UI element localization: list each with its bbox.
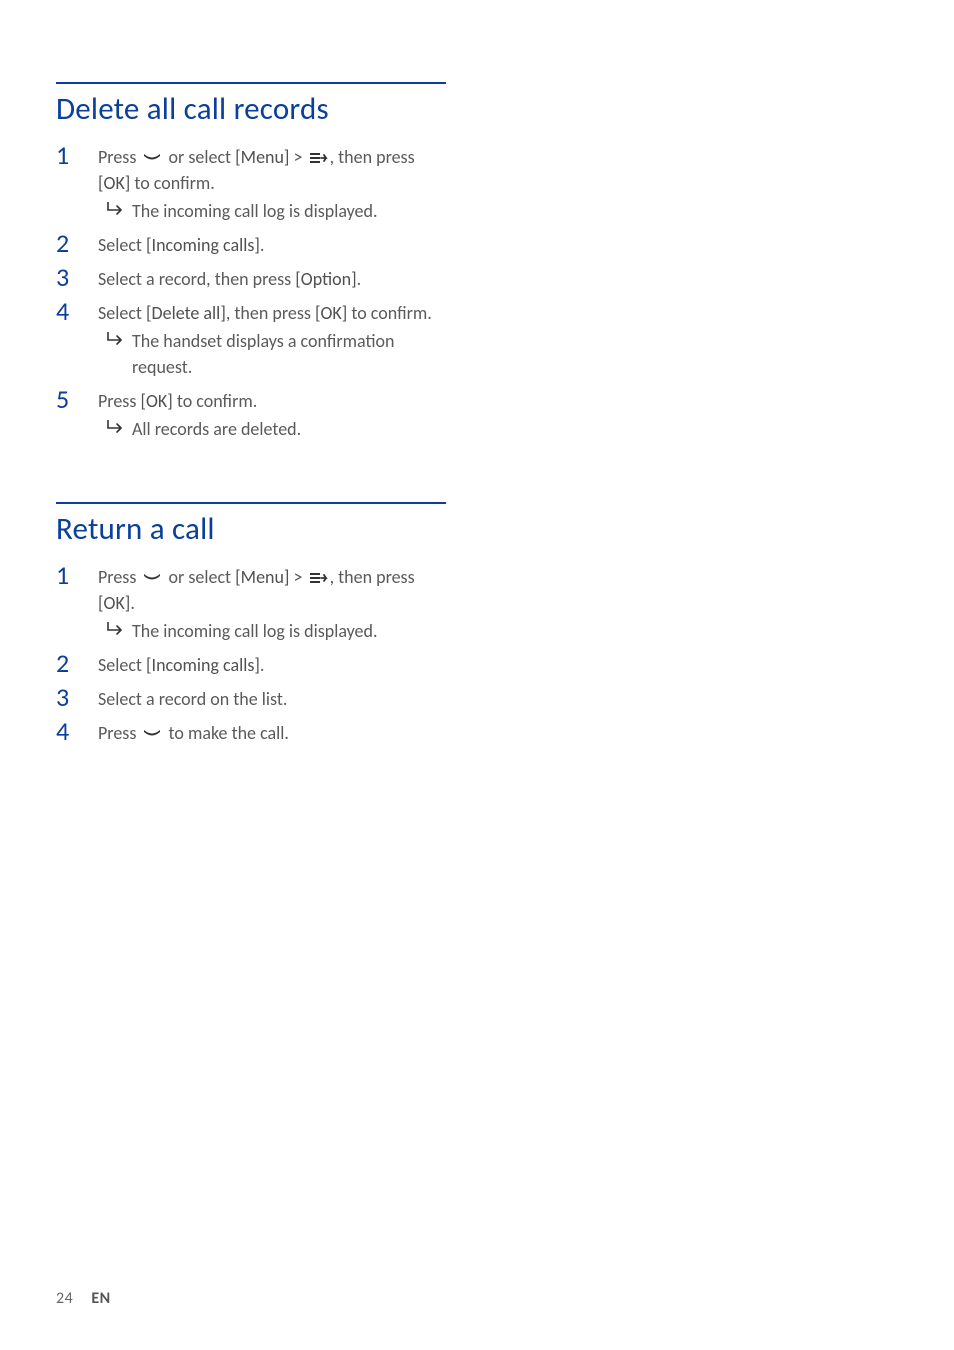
page-number: 24 <box>56 1289 73 1308</box>
step-text: Press [OK] to confirm. <box>98 388 446 414</box>
step-body: Select [Incoming calls]. <box>98 650 446 678</box>
section-rule <box>56 502 446 504</box>
result-arrow-icon <box>106 620 123 636</box>
step-number: 1 <box>56 562 98 588</box>
result-text: The handset displays a confirmation requ… <box>132 328 446 380</box>
ui-label: [Menu] <box>235 566 289 588</box>
step-list: 1Press or select [Menu] > , then press [… <box>56 142 446 442</box>
step-item: 2Select [Incoming calls]. <box>56 230 446 258</box>
result-arrow-icon <box>104 328 132 346</box>
step-number: 4 <box>56 718 98 744</box>
result-text: All records are deleted. <box>132 416 446 442</box>
call-key-icon <box>142 727 162 741</box>
result-text: The incoming call log is displayed. <box>132 618 446 644</box>
step-item: 1Press or select [Menu] > , then press [… <box>56 562 446 644</box>
result-text: The incoming call log is displayed. <box>132 198 446 224</box>
result-arrow-icon <box>106 330 123 346</box>
step-item: 4Press to make the call. <box>56 718 446 746</box>
call-log-icon <box>309 571 328 585</box>
section-heading: Delete all call records <box>56 90 446 128</box>
step-item: 3Select a record, then press [Option]. <box>56 264 446 292</box>
step-body: Press or select [Menu] > , then press [O… <box>98 562 446 644</box>
step-body: Select a record on the list. <box>98 684 446 712</box>
step-result: All records are deleted. <box>98 416 446 442</box>
ui-label: [Menu] <box>235 146 289 168</box>
result-arrow-icon <box>104 198 132 216</box>
step-number: 3 <box>56 264 98 290</box>
result-arrow-icon <box>106 200 123 216</box>
down-key-icon <box>142 571 162 585</box>
result-arrow-icon <box>106 418 123 434</box>
ui-label: [OK] <box>98 592 130 614</box>
section-heading: Return a call <box>56 510 446 548</box>
step-text: Select a record on the list. <box>98 686 446 712</box>
step-list: 1Press or select [Menu] > , then press [… <box>56 562 446 746</box>
step-result: The incoming call log is displayed. <box>98 198 446 224</box>
ui-label: [OK] <box>140 390 172 412</box>
step-body: Select [Delete all], then press [OK] to … <box>98 298 446 380</box>
step-text: Select [Incoming calls]. <box>98 232 446 258</box>
step-text: Press to make the call. <box>98 720 446 746</box>
step-number: 1 <box>56 142 98 168</box>
step-body: Select a record, then press [Option]. <box>98 264 446 292</box>
step-body: Press [OK] to confirm.All records are de… <box>98 386 446 442</box>
manual-page: Delete all call records1Press or select … <box>0 0 954 1350</box>
ui-label: [OK] <box>315 302 347 324</box>
step-number: 3 <box>56 684 98 710</box>
step-text: Press or select [Menu] > , then press [O… <box>98 144 446 196</box>
ui-label: [Incoming calls] <box>146 654 260 676</box>
ui-label: [Option] <box>295 268 356 290</box>
step-item: 3Select a record on the list. <box>56 684 446 712</box>
step-body: Press or select [Menu] > , then press [O… <box>98 142 446 224</box>
step-item: 2Select [Incoming calls]. <box>56 650 446 678</box>
page-footer: 24 EN <box>56 1289 111 1308</box>
step-text: Press or select [Menu] > , then press [O… <box>98 564 446 616</box>
step-text: Select [Incoming calls]. <box>98 652 446 678</box>
ui-label: [OK] <box>98 172 130 194</box>
step-body: Press to make the call. <box>98 718 446 746</box>
step-text: Select [Delete all], then press [OK] to … <box>98 300 446 326</box>
step-item: 1Press or select [Menu] > , then press [… <box>56 142 446 224</box>
step-number: 5 <box>56 386 98 412</box>
ui-label: [Delete all] <box>146 302 226 324</box>
call-log-icon <box>309 151 328 165</box>
result-arrow-icon <box>104 618 132 636</box>
step-result: The handset displays a confirmation requ… <box>98 328 446 380</box>
step-number: 2 <box>56 650 98 676</box>
step-body: Select [Incoming calls]. <box>98 230 446 258</box>
step-item: 4Select [Delete all], then press [OK] to… <box>56 298 446 380</box>
step-number: 4 <box>56 298 98 324</box>
page-lang: EN <box>91 1289 110 1308</box>
down-key-icon <box>142 151 162 165</box>
step-number: 2 <box>56 230 98 256</box>
section-rule <box>56 82 446 84</box>
step-item: 5Press [OK] to confirm.All records are d… <box>56 386 446 442</box>
step-text: Select a record, then press [Option]. <box>98 266 446 292</box>
result-arrow-icon <box>104 416 132 434</box>
step-result: The incoming call log is displayed. <box>98 618 446 644</box>
ui-label: [Incoming calls] <box>146 234 260 256</box>
content-column: Delete all call records1Press or select … <box>56 82 446 746</box>
